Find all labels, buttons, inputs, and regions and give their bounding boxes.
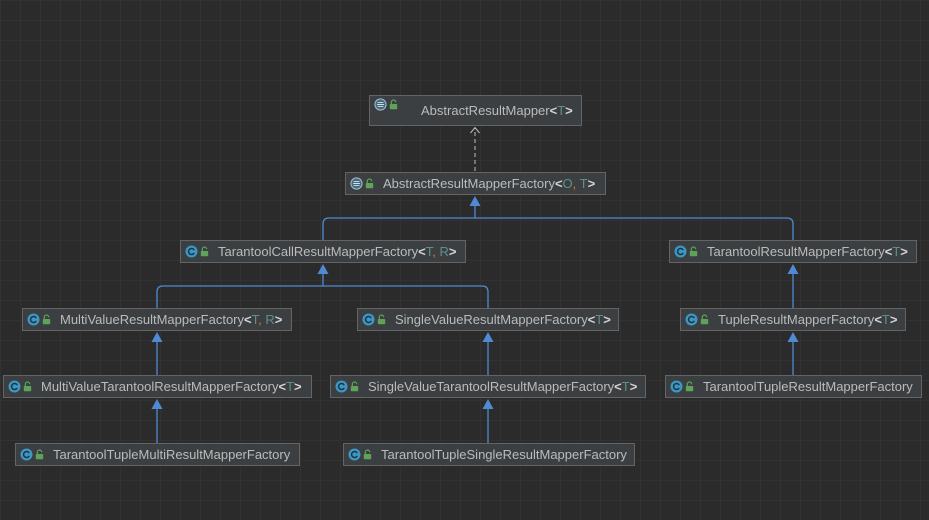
class-name: SingleValueTarantoolResultMapperFactory <box>368 379 615 394</box>
class-name: AbstractResultMapper <box>421 103 550 118</box>
node-tarantool-tuple-result-mapper-factory[interactable]: TarantoolTupleResultMapperFactory <box>665 375 922 398</box>
public-lock-icon <box>700 314 709 325</box>
node-label: TarantoolTupleSingleResultMapperFactory <box>381 447 627 462</box>
class-name: SingleValueResultMapperFactory <box>395 312 588 327</box>
class-icon <box>8 380 21 393</box>
public-lock-icon <box>365 178 374 189</box>
type-parameter: T <box>286 379 295 394</box>
node-label: TarantoolCallResultMapperFactory<T, R> <box>218 241 456 262</box>
class-name: MultiValueTarantoolResultMapperFactory <box>41 379 279 394</box>
node-label: TarantoolTupleResultMapperFactory <box>703 379 913 394</box>
node-tuple-result-mapper-factory[interactable]: TupleResultMapperFactory<T> <box>680 308 906 331</box>
public-lock-icon <box>200 246 209 257</box>
node-label: AbstractResultMapper<T> <box>421 96 573 125</box>
extends-arrowhead <box>787 332 799 342</box>
node-single-value-result-mapper-factory[interactable]: SingleValueResultMapperFactory<T> <box>357 308 619 331</box>
class-name: TarantoolCallResultMapperFactory <box>218 244 419 259</box>
type-parameter: T <box>557 103 566 118</box>
public-lock-icon <box>389 99 398 110</box>
node-tarantool-tuple-single-result-mapper-factory[interactable]: TarantoolTupleSingleResultMapperFactory <box>343 443 635 466</box>
node-label: SingleValueResultMapperFactory<T> <box>395 309 611 330</box>
class-icon <box>335 380 348 393</box>
generic-bracket: > <box>629 379 638 394</box>
public-lock-icon <box>23 381 32 392</box>
class-icon <box>348 448 361 461</box>
class-icon <box>685 313 698 326</box>
extends-edge-bar-to-abstract-factory <box>322 217 794 240</box>
class-icon <box>674 245 687 258</box>
generic-bracket: > <box>900 244 908 259</box>
generic-bracket: > <box>294 379 302 394</box>
node-tarantool-tuple-multi-result-mapper-factory[interactable]: TarantoolTupleMultiResultMapperFactory <box>15 443 300 466</box>
public-lock-icon <box>685 381 694 392</box>
extends-arrowhead <box>469 196 481 206</box>
class-icon <box>670 380 683 393</box>
public-lock-icon <box>42 314 51 325</box>
node-label: TarantoolTupleMultiResultMapperFactory <box>53 447 291 462</box>
generic-bracket: > <box>565 103 573 118</box>
node-label: MultiValueTarantoolResultMapperFactory<T… <box>41 376 302 397</box>
class-icon <box>362 313 375 326</box>
abstract-class-icon <box>374 98 387 111</box>
node-single-value-tarantool-result-mapper-factory[interactable]: SingleValueTarantoolResultMapperFactory<… <box>330 375 646 398</box>
class-icon <box>185 245 198 258</box>
class-icon <box>27 313 40 326</box>
class-icon <box>20 448 33 461</box>
generic-bracket: < <box>874 312 882 327</box>
extends-arrowhead <box>787 264 799 274</box>
public-lock-icon <box>363 449 372 460</box>
type-parameter: R <box>439 244 449 259</box>
type-parameter: T <box>621 379 630 394</box>
type-parameter: R <box>265 312 275 327</box>
class-name: AbstractResultMapperFactory <box>383 176 555 191</box>
generic-bracket: > <box>889 312 898 327</box>
abstract-class-icon <box>350 177 363 190</box>
node-abstract-result-mapper[interactable]: AbstractResultMapper<T> <box>369 95 582 126</box>
extends-arrowhead <box>151 332 163 342</box>
class-name: TarantoolResultMapperFactory <box>707 244 885 259</box>
type-parameter: O <box>562 176 573 191</box>
node-label: TupleResultMapperFactory<T> <box>718 309 897 330</box>
extends-arrowhead <box>317 264 329 274</box>
generic-bracket: < <box>554 176 563 191</box>
public-lock-icon <box>689 246 698 257</box>
generic-bracket: < <box>244 312 252 327</box>
implements-arrowhead <box>470 126 480 134</box>
node-tarantool-call-result-mapper-factory[interactable]: TarantoolCallResultMapperFactory<T, R> <box>180 240 466 263</box>
node-label: AbstractResultMapperFactory<O, T> <box>383 173 595 194</box>
extends-arrowhead <box>482 332 494 342</box>
generic-bracket: < <box>614 379 622 394</box>
generic-bracket: < <box>278 379 287 394</box>
extends-arrowhead <box>482 399 494 409</box>
public-lock-icon <box>35 449 44 460</box>
type-parameter: T <box>881 312 890 327</box>
public-lock-icon <box>377 314 386 325</box>
extends-arrowhead <box>151 399 163 409</box>
class-name: MultiValueResultMapperFactory <box>60 312 244 327</box>
node-label: SingleValueTarantoolResultMapperFactory<… <box>368 376 637 397</box>
node-label: TarantoolResultMapperFactory<T> <box>707 241 908 262</box>
generic-bracket: < <box>418 244 426 259</box>
node-abstract-result-mapper-factory[interactable]: AbstractResultMapperFactory<O, T> <box>345 172 606 195</box>
class-name: TupleResultMapperFactory <box>718 312 875 327</box>
extends-edge-bar-to-tarantool-call-factory <box>156 285 489 308</box>
generic-bracket: > <box>587 176 596 191</box>
generic-bracket: > <box>448 244 457 259</box>
type-parameter: T <box>579 176 588 191</box>
generic-separator: , <box>572 176 580 191</box>
node-multi-value-tarantool-result-mapper-factory[interactable]: MultiValueTarantoolResultMapperFactory<T… <box>3 375 312 398</box>
node-tarantool-result-mapper-factory[interactable]: TarantoolResultMapperFactory<T> <box>669 240 917 263</box>
diagram-canvas: AbstractResultMapper<T> AbstractResultMa… <box>0 0 929 520</box>
node-label: MultiValueResultMapperFactory<T, R> <box>60 309 282 330</box>
public-lock-icon <box>350 381 359 392</box>
node-multi-value-result-mapper-factory[interactable]: MultiValueResultMapperFactory<T, R> <box>22 308 292 331</box>
generic-bracket: > <box>603 312 611 327</box>
generic-bracket: > <box>274 312 283 327</box>
